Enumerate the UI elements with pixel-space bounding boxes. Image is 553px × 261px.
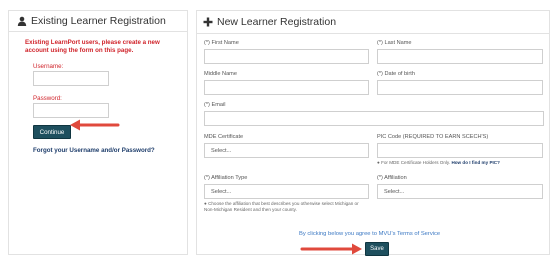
username-label: Username: <box>33 63 64 70</box>
last-name-input[interactable] <box>377 49 543 64</box>
save-arrow-icon <box>300 243 362 255</box>
pic-help-link[interactable]: How do I find my PIC? <box>451 160 500 165</box>
affiliation-note: ● Choose the affiliation that best descr… <box>204 201 369 213</box>
pic-code-input[interactable] <box>377 143 543 158</box>
pic-note: ● For MDE Certificate Holders Only. How … <box>377 160 543 166</box>
new-learner-panel: New Learner Registration (*) First Name … <box>196 10 550 256</box>
affiliation-select[interactable]: Select... <box>377 184 543 199</box>
affiliation-type-label: (*) Affiliation Type <box>204 175 248 181</box>
affiliation-type-select[interactable]: Select... <box>204 184 369 199</box>
mde-certificate-select[interactable]: Select... <box>204 143 369 158</box>
user-icon <box>17 16 27 26</box>
existing-learner-title: Existing Learner Registration <box>31 15 166 27</box>
dob-input[interactable] <box>377 80 543 95</box>
continue-arrow-icon <box>70 119 120 131</box>
last-name-label: (*) Last Name <box>377 40 412 46</box>
terms-of-service-text[interactable]: By clicking below you agree to MVU's Ter… <box>299 231 440 237</box>
dob-label: (*) Date of birth <box>377 71 415 77</box>
middle-name-label: Middle Name <box>204 71 237 77</box>
pic-code-label: PIC Code (REQUIRED TO EARN SCECH'S) <box>377 134 489 140</box>
email-label: (*) Email <box>204 102 226 108</box>
registration-page: Existing Learner Registration Existing L… <box>0 0 553 261</box>
save-button[interactable]: Save <box>365 242 389 256</box>
affiliation-note-text: Choose the affiliation that best describ… <box>204 201 359 212</box>
new-learner-header: New Learner Registration <box>197 11 549 34</box>
existing-learner-header: Existing Learner Registration <box>9 11 187 32</box>
username-input[interactable] <box>33 71 109 86</box>
forgot-credentials-link[interactable]: Forgot your Username and/or Password? <box>33 147 155 154</box>
pic-note-text: For MDE Certificate Holders Only. <box>381 160 451 165</box>
affiliation-label: (*) Affiliation <box>377 175 407 181</box>
info-icon: ● <box>377 160 380 165</box>
existing-learner-panel: Existing Learner Registration Existing L… <box>8 10 188 255</box>
mde-certificate-label: MDE Certificate <box>204 134 244 140</box>
first-name-input[interactable] <box>204 49 369 64</box>
continue-button[interactable]: Continue <box>33 125 71 139</box>
first-name-label: (*) First Name <box>204 40 239 46</box>
new-learner-title: New Learner Registration <box>217 16 337 28</box>
middle-name-input[interactable] <box>204 80 369 95</box>
existing-warning: Existing LearnPort users, please create … <box>25 39 160 54</box>
email-input[interactable] <box>204 111 544 126</box>
plus-icon <box>203 17 213 27</box>
password-input[interactable] <box>33 103 109 118</box>
info-icon: ● <box>204 201 207 206</box>
password-label: Password: <box>33 95 62 102</box>
